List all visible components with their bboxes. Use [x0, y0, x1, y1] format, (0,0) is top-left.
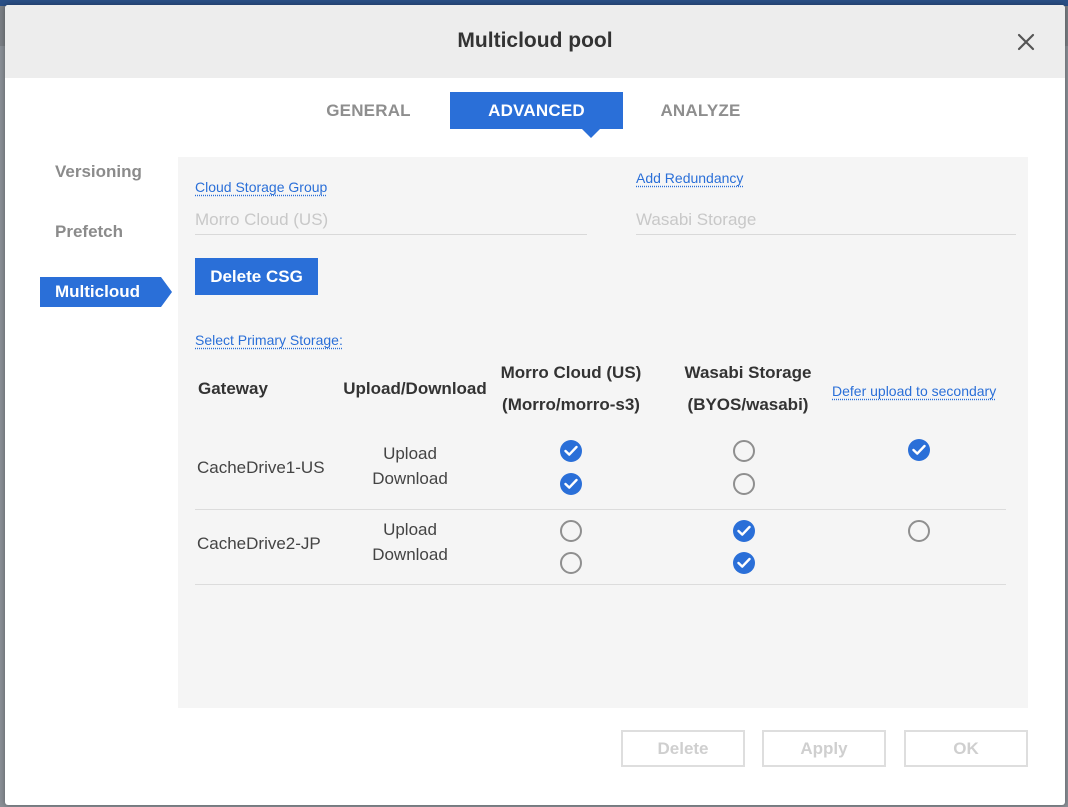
header-storage2-name: Wasabi Storage — [684, 363, 812, 382]
add-redundancy-link[interactable]: Add Redundancy — [636, 170, 743, 186]
tab-analyze[interactable]: ANALYZE — [633, 92, 768, 129]
cloud-storage-group-input[interactable] — [195, 205, 587, 235]
sidebar-item-multicloud[interactable]: Multicloud — [40, 277, 172, 307]
row2-download-label: Download — [372, 545, 448, 564]
apply-button[interactable]: Apply — [762, 730, 886, 767]
row2-upload-storage1-radio[interactable] — [560, 520, 582, 542]
tab-advanced[interactable]: ADVANCED — [450, 92, 623, 138]
check-icon — [564, 445, 578, 456]
delete-button[interactable]: Delete — [621, 730, 745, 767]
row-divider — [195, 584, 1006, 585]
row1-gateway: CacheDrive1-US — [197, 458, 325, 477]
sidebar-item-versioning[interactable]: Versioning — [40, 157, 161, 187]
row-divider — [195, 509, 1006, 510]
delete-csg-button[interactable]: Delete CSG — [195, 258, 318, 295]
header-storage2-path: (BYOS/wasabi) — [687, 395, 809, 414]
close-icon — [1017, 33, 1035, 51]
row2-upload-storage2-radio[interactable] — [733, 520, 755, 542]
check-icon — [737, 557, 751, 568]
row2-upload-label: Upload — [383, 520, 437, 539]
close-button[interactable] — [1013, 29, 1039, 55]
header-upload-download: Upload/Download — [343, 379, 487, 398]
multicloud-panel: Cloud Storage Group Add Redundancy Delet… — [178, 157, 1028, 708]
row2-download-storage2-radio[interactable] — [733, 552, 755, 574]
header-storage1-path: (Morro/morro-s3) — [502, 395, 640, 414]
row2-download-storage1-radio[interactable] — [560, 552, 582, 574]
header-gateway: Gateway — [198, 379, 268, 398]
defer-upload-link[interactable]: Defer upload to secondary — [832, 383, 996, 399]
sidebar-item-prefetch[interactable]: Prefetch — [40, 217, 161, 247]
header-storage1-name: Morro Cloud (US) — [500, 363, 642, 382]
multicloud-pool-dialog: Multicloud pool GENERAL ADVANCED ANALYZE… — [5, 5, 1065, 805]
row1-upload-label: Upload — [383, 444, 437, 463]
row1-download-storage1-radio[interactable] — [560, 473, 582, 495]
tab-bar: GENERAL ADVANCED ANALYZE — [5, 92, 1065, 138]
check-icon — [564, 478, 578, 489]
row2-gateway: CacheDrive2-JP — [197, 534, 321, 553]
row2-defer-radio[interactable] — [908, 520, 930, 542]
ok-button[interactable]: OK — [904, 730, 1028, 767]
select-primary-storage-link[interactable]: Select Primary Storage: — [195, 332, 343, 348]
tab-general[interactable]: GENERAL — [301, 92, 436, 129]
row1-defer-radio[interactable] — [908, 439, 930, 461]
redundancy-storage-input[interactable] — [636, 205, 1016, 235]
row1-download-label: Download — [372, 469, 448, 488]
check-icon — [737, 525, 751, 536]
cloud-storage-group-link[interactable]: Cloud Storage Group — [195, 179, 327, 195]
dialog-title: Multicloud pool — [457, 29, 613, 52]
row1-upload-storage1-radio[interactable] — [560, 440, 582, 462]
row1-download-storage2-radio[interactable] — [733, 473, 755, 495]
row1-upload-storage2-radio[interactable] — [733, 440, 755, 462]
dialog-header: Multicloud pool — [5, 5, 1065, 78]
check-icon — [912, 444, 926, 455]
